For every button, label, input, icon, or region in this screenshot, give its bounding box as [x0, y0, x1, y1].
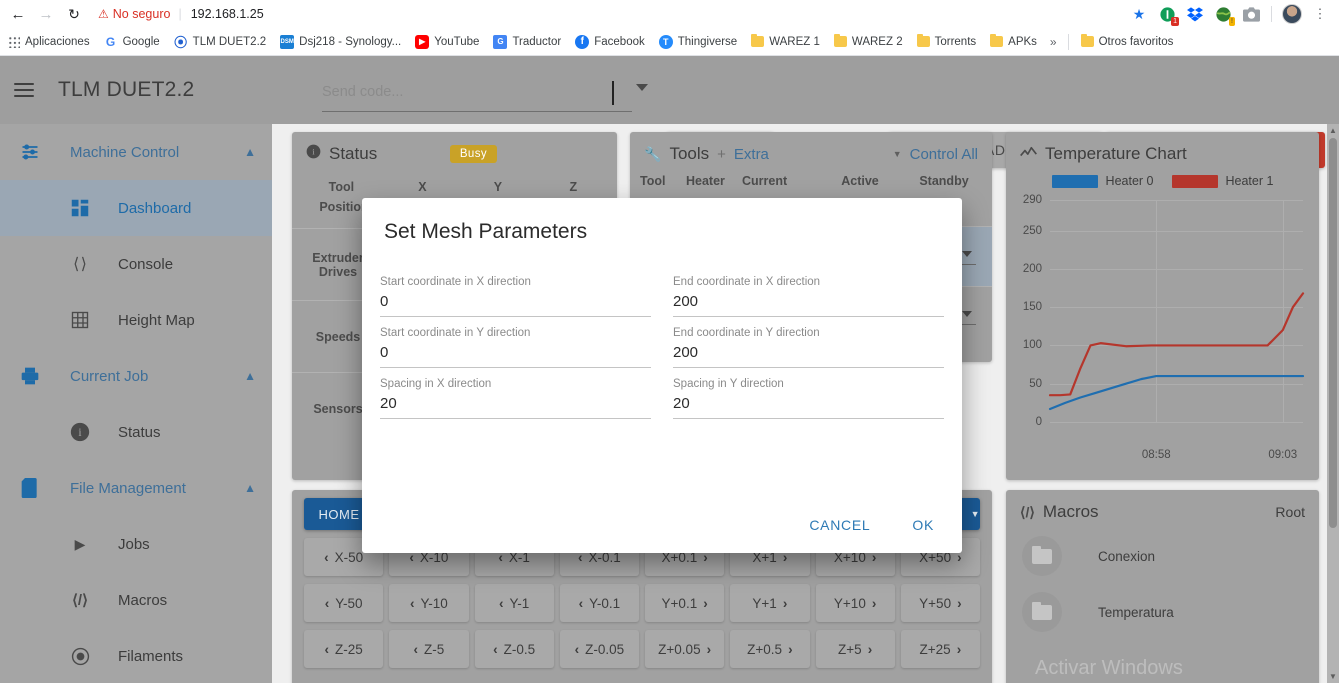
field-value[interactable]: 20: [380, 390, 651, 419]
screen: ← → ↻ ⚠ No seguro | 192.168.1.25 ★ 1 ! ⋮…: [0, 0, 1339, 683]
ok-button[interactable]: OK: [902, 511, 944, 539]
field-value[interactable]: 0: [380, 339, 651, 368]
field-value[interactable]: 20: [673, 390, 944, 419]
dialog-field-4[interactable]: Spacing in X direction 20: [380, 368, 651, 419]
cancel-button[interactable]: CANCEL: [799, 511, 880, 539]
dialog-field-0[interactable]: Start coordinate in X direction 0: [380, 266, 651, 317]
dialog-field-2[interactable]: Start coordinate in Y direction 0: [380, 317, 651, 368]
dialog-field-5[interactable]: Spacing in Y direction 20: [673, 368, 944, 419]
dialog-field-1[interactable]: End coordinate in X direction 200: [673, 266, 944, 317]
field-label: Start coordinate in Y direction: [380, 327, 531, 339]
field-value[interactable]: 0: [380, 288, 651, 317]
dialog-field-3[interactable]: End coordinate in Y direction 200: [673, 317, 944, 368]
dialog-title: Set Mesh Parameters: [384, 220, 588, 243]
field-label: Spacing in Y direction: [673, 378, 784, 390]
field-label: End coordinate in Y direction: [673, 327, 820, 339]
field-value[interactable]: 200: [673, 288, 944, 317]
field-label: End coordinate in X direction: [673, 276, 821, 288]
dialog-actions: CANCEL OK: [799, 511, 944, 539]
field-label: Start coordinate in X direction: [380, 276, 531, 288]
set-mesh-parameters-dialog: Set Mesh Parameters Start coordinate in …: [362, 198, 962, 553]
field-label: Spacing in X direction: [380, 378, 492, 390]
field-value[interactable]: 200: [673, 339, 944, 368]
dialog-fields: Start coordinate in X direction 0 End coor…: [362, 244, 962, 419]
